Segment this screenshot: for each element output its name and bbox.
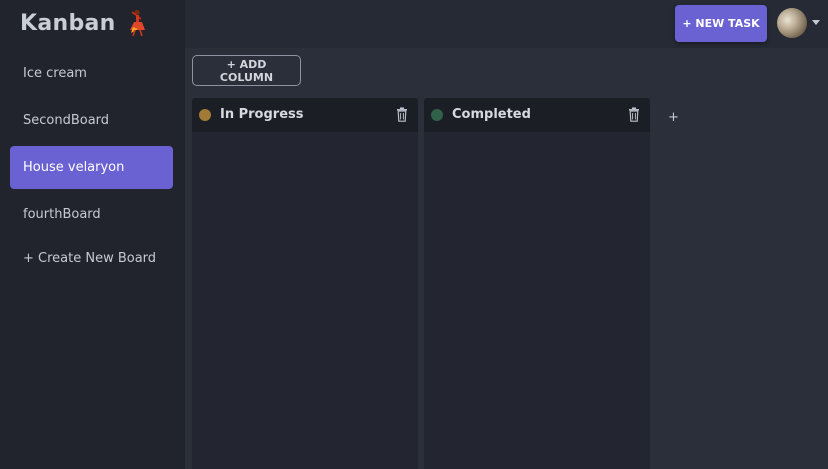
top-header: + NEW TASK: [185, 0, 828, 48]
sidebar: Kanban Ice cream SecondBoard House velar…: [0, 0, 185, 469]
board-area: + ADD COLUMN In Progress Completed +: [185, 48, 828, 469]
column-title: Completed: [452, 107, 531, 122]
chevron-down-icon[interactable]: [812, 20, 820, 25]
column-completed: Completed: [424, 98, 650, 469]
column-color-dot: [431, 109, 443, 121]
add-column-plus-button[interactable]: +: [668, 110, 679, 125]
column-header: In Progress: [192, 98, 418, 132]
sidebar-board-ice-cream[interactable]: Ice cream: [10, 52, 173, 95]
app-logo: Kanban: [20, 9, 146, 37]
trash-icon[interactable]: [396, 107, 408, 122]
kanban-app: Kanban Ice cream SecondBoard House velar…: [0, 0, 828, 469]
sidebar-board-label: SecondBoard: [23, 113, 110, 128]
dancer-icon: [129, 9, 145, 37]
create-new-board-button[interactable]: + Create New Board: [10, 237, 173, 280]
column-color-dot: [199, 109, 211, 121]
sidebar-board-label: fourthBoard: [23, 207, 101, 222]
column-header: Completed: [424, 98, 650, 132]
add-column-button[interactable]: + ADD COLUMN: [192, 55, 301, 86]
user-avatar[interactable]: [777, 8, 807, 38]
trash-icon[interactable]: [628, 107, 640, 122]
sidebar-board-house-velaryon[interactable]: House velaryon: [10, 146, 173, 189]
create-new-board-label: + Create New Board: [23, 251, 157, 266]
sidebar-board-label: House velaryon: [23, 160, 125, 175]
column-in-progress: In Progress: [192, 98, 418, 469]
app-title: Kanban: [20, 10, 116, 36]
sidebar-board-fourthboard[interactable]: fourthBoard: [10, 193, 173, 236]
new-task-button[interactable]: + NEW TASK: [675, 5, 767, 42]
column-title: In Progress: [220, 107, 304, 122]
sidebar-board-label: Ice cream: [23, 66, 87, 81]
sidebar-board-secondboard[interactable]: SecondBoard: [10, 99, 173, 142]
